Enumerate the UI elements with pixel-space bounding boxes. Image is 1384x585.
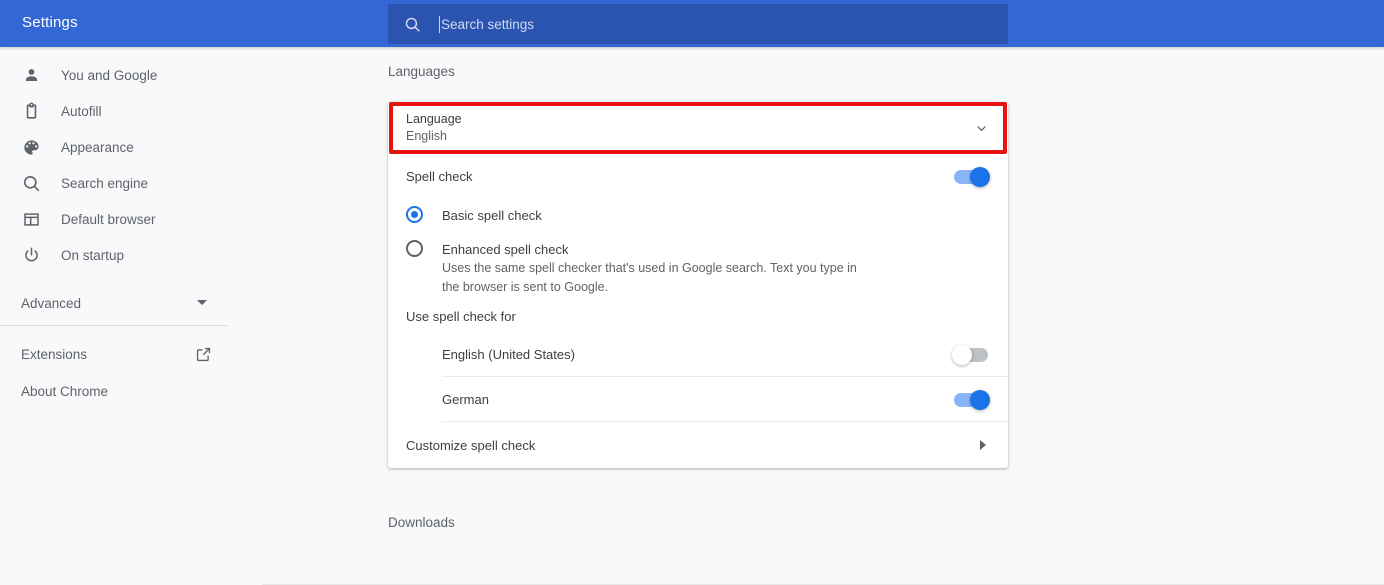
palette-icon (24, 139, 39, 155)
sidebar-item-label: On startup (61, 247, 125, 263)
use-spell-check-for-label: Use spell check for (406, 309, 516, 324)
browser-window-icon (24, 212, 39, 226)
page-title: Settings (22, 14, 78, 31)
downloads-section-title: Downloads (388, 515, 455, 530)
sidebar-item-extensions[interactable]: Extensions (0, 338, 228, 372)
customize-spell-check-row[interactable]: Customize spell check (388, 422, 1008, 468)
chevron-down-icon[interactable] (974, 121, 989, 136)
sidebar-item-about-chrome[interactable]: About Chrome (0, 375, 228, 409)
radio-button-selected[interactable] (406, 206, 423, 223)
spell-language-label: English (United States) (442, 347, 575, 362)
option-label: Basic spell check (442, 208, 542, 223)
sidebar-item-label: Advanced (21, 295, 82, 311)
sidebar-divider (0, 325, 228, 326)
languages-section-title: Languages (388, 64, 455, 79)
sidebar-item-you-and-google[interactable]: You and Google (0, 57, 262, 93)
power-icon (25, 246, 38, 261)
spell-language-toggle-german[interactable] (954, 390, 990, 410)
search-placeholder: Search settings (441, 16, 535, 32)
option-label: Enhanced spell check (442, 242, 569, 257)
spell-language-row-english[interactable]: English (United States) (442, 332, 1008, 377)
language-row-value: English (406, 129, 447, 143)
radio-button-unselected[interactable] (406, 240, 423, 257)
open-in-new-icon (196, 347, 211, 362)
sidebar-item-search-engine[interactable]: Search engine (0, 165, 262, 201)
sidebar-item-label: Extensions (21, 347, 88, 362)
highlight-box (389, 102, 1007, 154)
option-description: Uses the same spell checker that's used … (442, 261, 857, 294)
sidebar-item-on-startup[interactable]: On startup (0, 237, 262, 273)
search-icon (24, 175, 40, 191)
sidebar-item-appearance[interactable]: Appearance (0, 129, 262, 165)
radio-dot (411, 211, 418, 218)
sidebar-item-default-browser[interactable]: Default browser (0, 201, 262, 237)
app-header: Settings Search settings (0, 0, 1384, 47)
search-input[interactable]: Search settings (388, 4, 1008, 44)
spell-check-toggle[interactable] (954, 167, 990, 187)
spell-check-label: Spell check (406, 169, 473, 184)
spell-language-row-german[interactable]: German (442, 377, 1008, 422)
sidebar-item-label: You and Google (61, 67, 158, 83)
sidebar-item-label: About Chrome (21, 384, 109, 399)
clipboard-icon (26, 102, 37, 119)
spell-language-toggle-english[interactable] (952, 345, 988, 365)
main-content: Languages Language English Spell check B… (262, 47, 1384, 585)
sidebar-item-label: Appearance (61, 139, 134, 155)
use-spell-check-for-row: Use spell check for (388, 298, 1008, 332)
toggle-knob (970, 390, 990, 410)
text-cursor (439, 15, 440, 33)
chevron-down-icon (197, 300, 207, 305)
toggle-knob (970, 167, 990, 187)
enhanced-spell-check-option[interactable]: Enhanced spell check Uses the same spell… (388, 234, 1008, 298)
toggle-knob (952, 345, 972, 365)
sidebar-item-label: Autofill (61, 103, 102, 119)
sidebar-item-label: Default browser (61, 211, 156, 227)
sidebar: You and Google Autofill Appearance Searc… (0, 47, 262, 546)
person-icon (25, 68, 38, 81)
languages-card: Language English Spell check Basic spell… (388, 102, 1008, 468)
language-row[interactable]: Language English (388, 102, 1008, 154)
spell-check-row: Spell check (388, 154, 1008, 200)
basic-spell-check-option[interactable]: Basic spell check (388, 200, 1008, 234)
sidebar-item-autofill[interactable]: Autofill (0, 93, 262, 129)
spell-language-label: German (442, 392, 489, 407)
sidebar-item-label: Search engine (61, 175, 149, 191)
language-row-title: Language (406, 112, 462, 126)
chevron-right-icon (980, 440, 986, 450)
search-icon (405, 17, 420, 32)
customize-spell-check-label: Customize spell check (406, 438, 536, 453)
sidebar-item-advanced[interactable]: Advanced (0, 286, 228, 320)
